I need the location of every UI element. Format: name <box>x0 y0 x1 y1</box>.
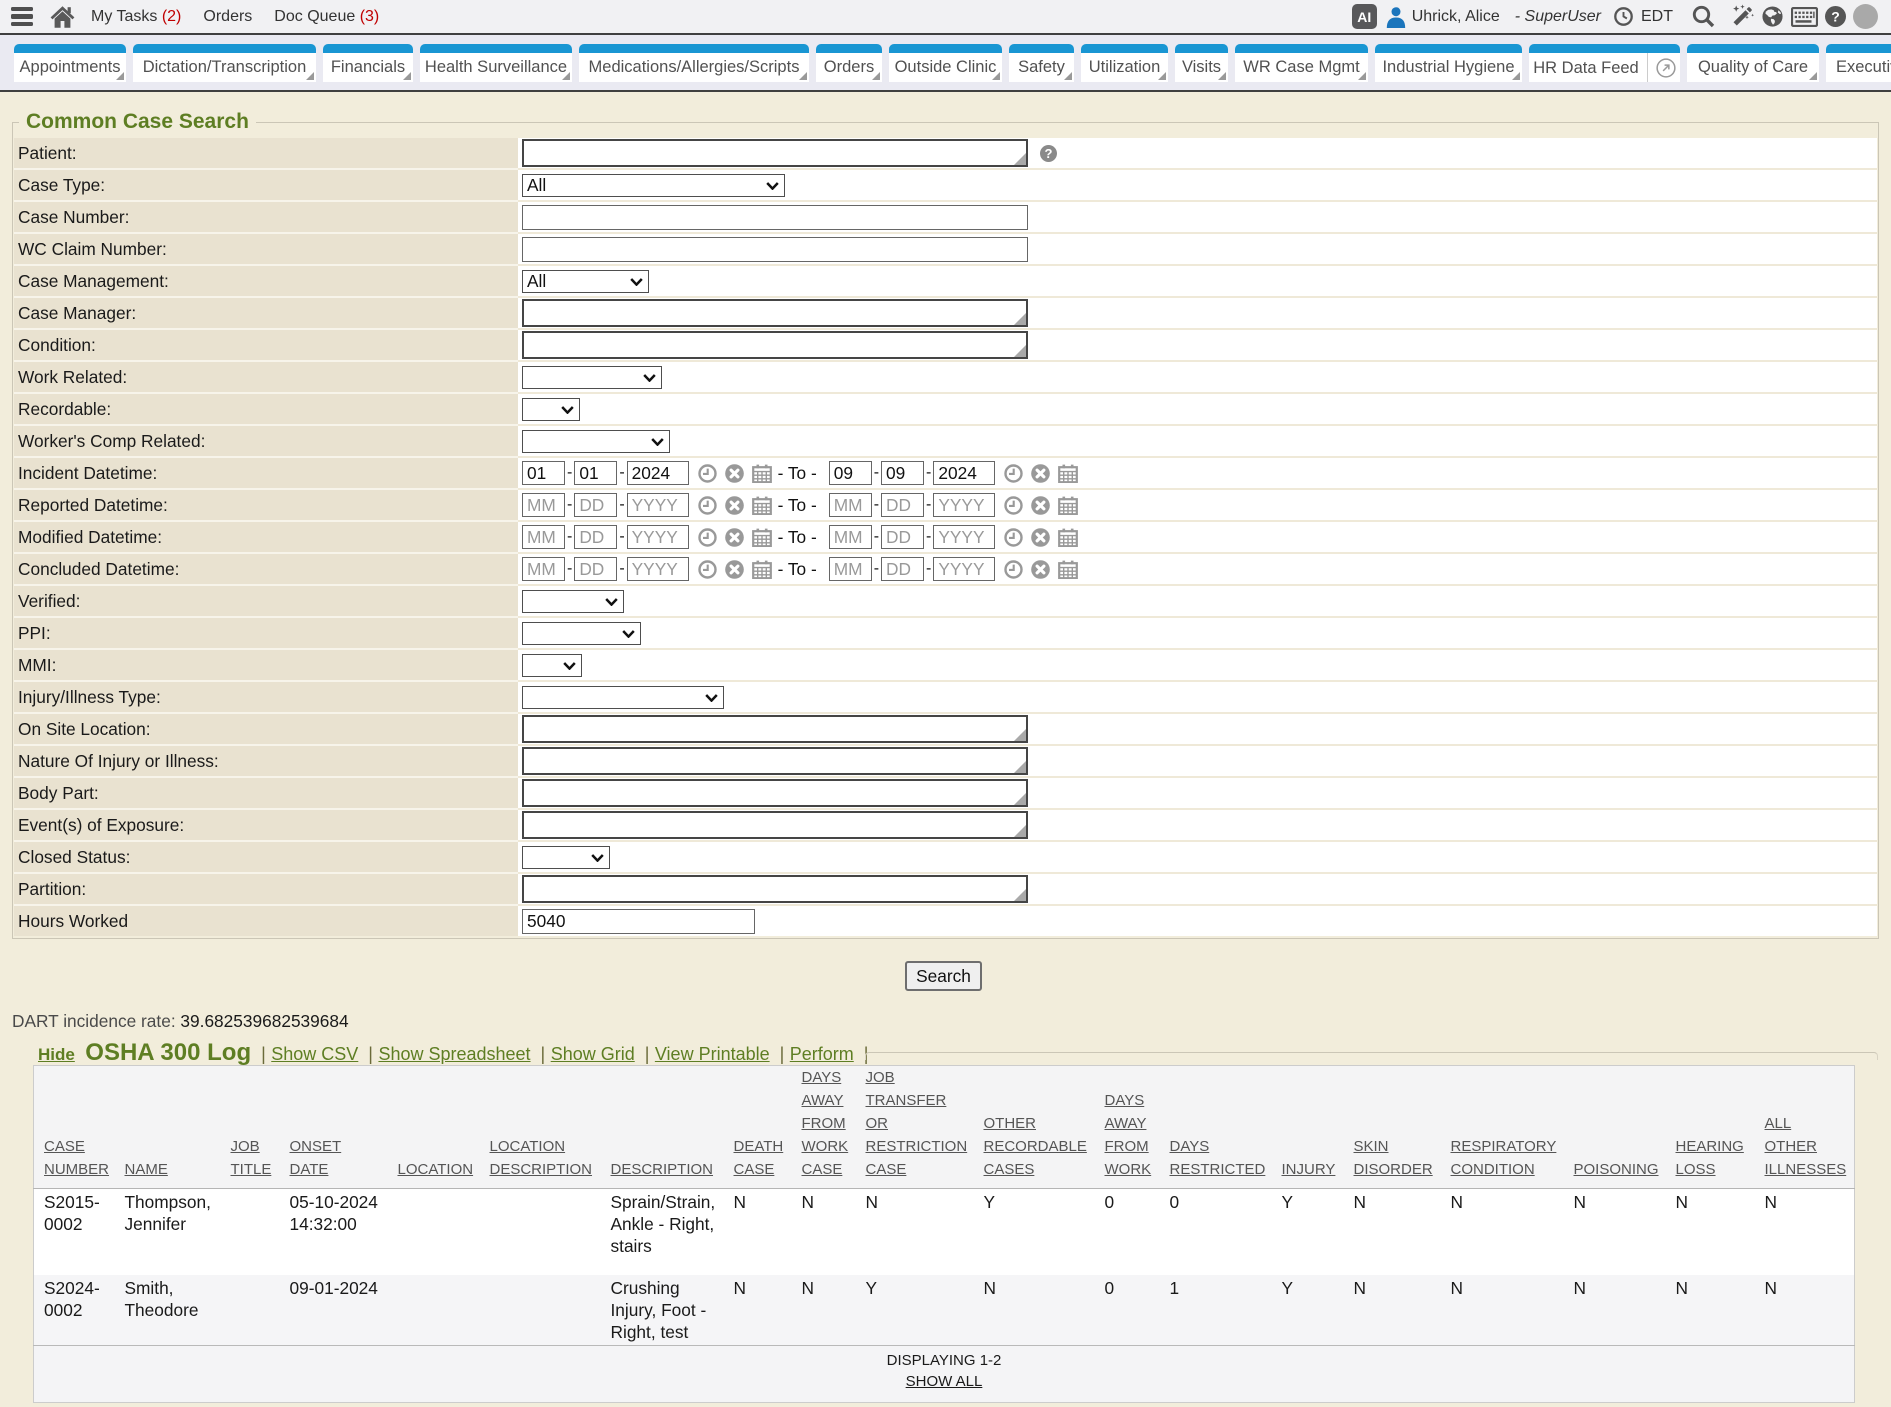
svg-text:?: ? <box>1831 8 1840 24</box>
